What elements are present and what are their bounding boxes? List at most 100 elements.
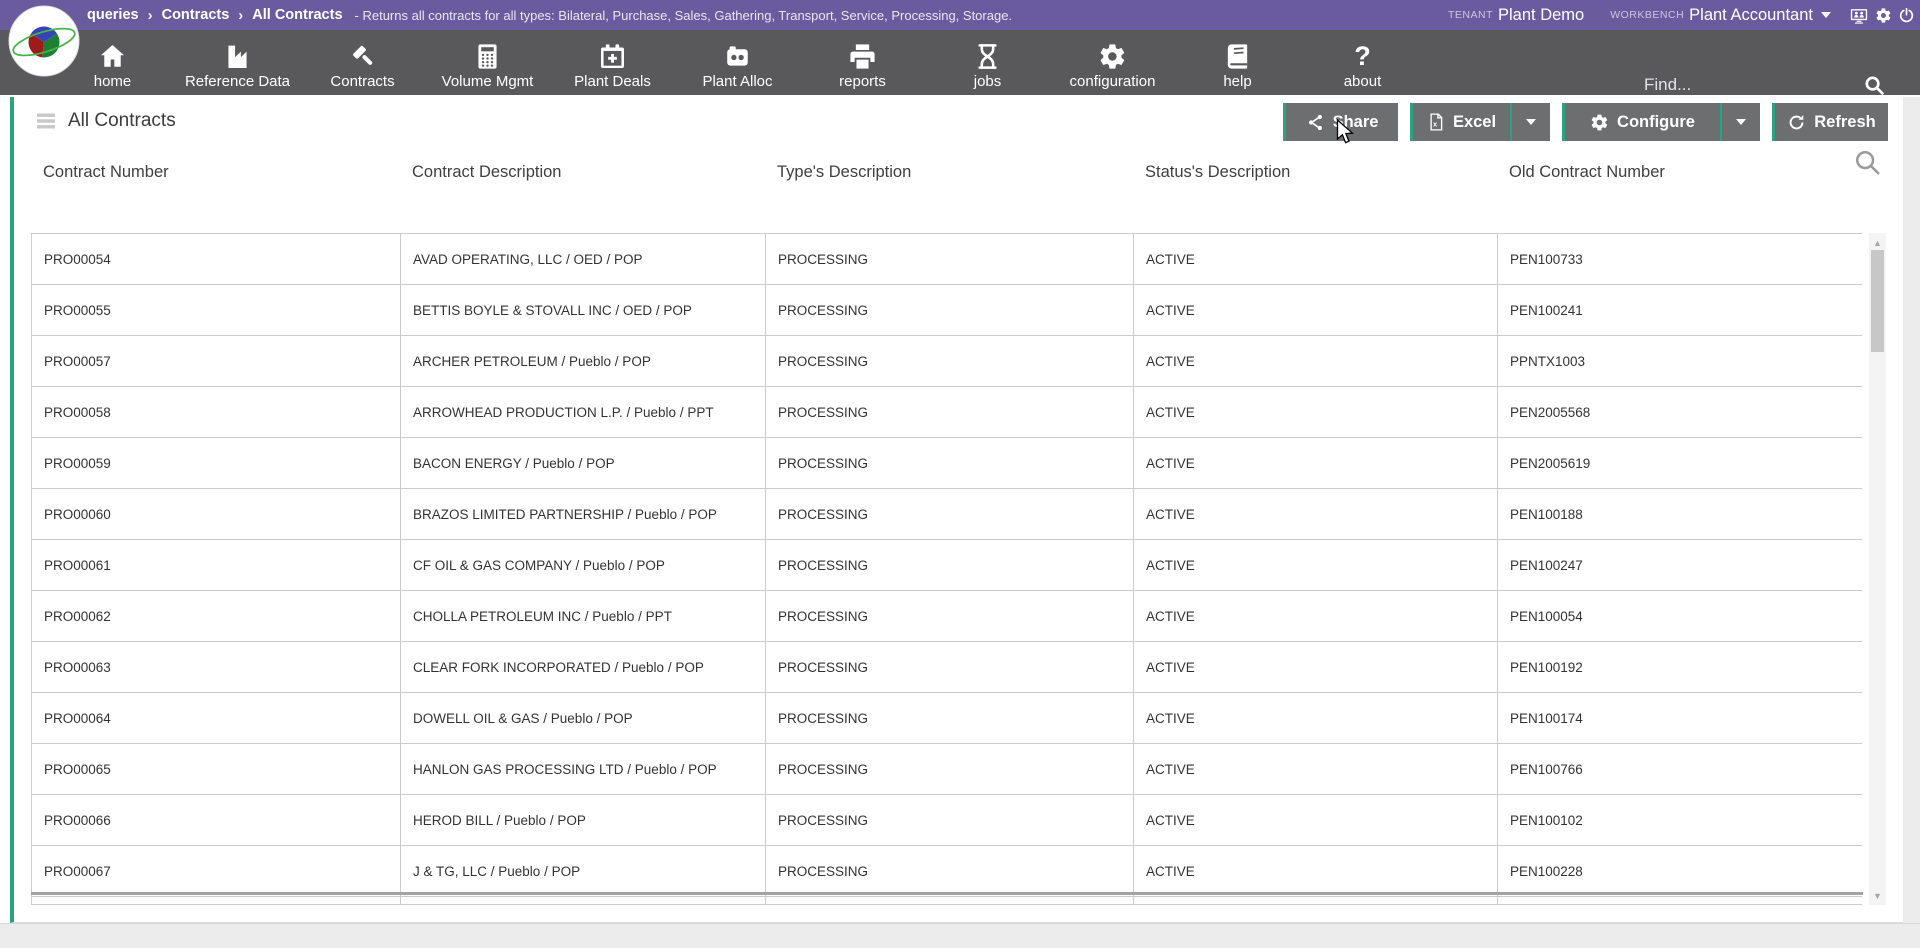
- cell-contract-description: DOWELL OIL & GAS / Pueblo / POP: [401, 693, 766, 743]
- cell-contract-number: PRO00064: [32, 693, 401, 743]
- cell-old-contract-number: PEN100192: [1498, 642, 1863, 692]
- factory-icon: [223, 39, 252, 73]
- table-row[interactable]: PRO00060 BRAZOS LIMITED PARTNERSHIP / Pu…: [32, 489, 1862, 540]
- scroll-up-arrow-icon[interactable]: ▲: [1869, 235, 1886, 250]
- svg-text:x: x: [1433, 120, 1438, 129]
- cell-status-description: ACTIVE: [1134, 234, 1498, 284]
- table-row[interactable]: PRO00059 BACON ENERGY / Pueblo / POP PRO…: [32, 438, 1862, 489]
- cell-status-description: ACTIVE: [1134, 591, 1498, 641]
- cell-type-description: PROCESSING: [766, 336, 1134, 386]
- table-row[interactable]: PRO00055 BETTIS BOYLE & STOVALL INC / OE…: [32, 285, 1862, 336]
- workbench-chevron-down-icon[interactable]: [1821, 12, 1831, 23]
- cell-status-description: ACTIVE: [1134, 744, 1498, 794]
- table-row[interactable]: PRO00054 AVAD OPERATING, LLC / OED / POP…: [32, 234, 1862, 285]
- book-icon: [1223, 39, 1252, 73]
- find-input[interactable]: [1642, 74, 1851, 96]
- cell-old-contract-number: PEN100228: [1498, 846, 1863, 896]
- nav-item-contracts[interactable]: Contracts: [300, 30, 425, 95]
- table-row[interactable]: PRO00061 CF OIL & GAS COMPANY / Pueblo /…: [32, 540, 1862, 591]
- cell-type-description: PROCESSING: [766, 642, 1134, 692]
- cell-contract-number: PRO00054: [32, 234, 401, 284]
- session-info: TENANT Plant Demo WORKBENCH Plant Accoun…: [1448, 0, 1915, 30]
- table-row[interactable]: PRO00057 ARCHER PETROLEUM / Pueblo / POP…: [32, 336, 1862, 387]
- nav-item-help[interactable]: help: [1175, 30, 1300, 95]
- cell-old-contract-number: PEN100188: [1498, 489, 1863, 539]
- cell-contract-number: PRO00060: [32, 489, 401, 539]
- configure-button[interactable]: Configure: [1562, 103, 1720, 141]
- nav-item-plant-deals[interactable]: Plant Deals: [550, 30, 675, 95]
- column-header-types-description[interactable]: Type's Description: [765, 163, 1133, 182]
- cell-contract-number: PRO00059: [32, 438, 401, 488]
- table-row[interactable]: PRO00064 DOWELL OIL & GAS / Pueblo / POP…: [32, 693, 1862, 744]
- allocation-icon: [723, 39, 752, 73]
- nav-item-about[interactable]: ? about: [1300, 30, 1425, 95]
- scrollbar-thumb[interactable]: [1871, 250, 1884, 352]
- nav-item-configuration[interactable]: configuration: [1050, 30, 1175, 95]
- refresh-icon: [1787, 113, 1806, 132]
- gear-icon: [1590, 113, 1609, 132]
- excel-file-icon: x: [1427, 112, 1445, 132]
- cell-status-description: ACTIVE: [1134, 693, 1498, 743]
- excel-dropdown-button[interactable]: [1510, 103, 1550, 141]
- cell-contract-number: PRO00065: [32, 744, 401, 794]
- cell-type-description: PROCESSING: [766, 693, 1134, 743]
- cell-status-description: ACTIVE: [1134, 336, 1498, 386]
- breadcrumb-queries[interactable]: queries: [87, 7, 139, 23]
- cell-contract-description: CLEAR FORK INCORPORATED / Pueblo / POP: [401, 642, 766, 692]
- cell-contract-description: CHOLLA PETROLEUM INC / Pueblo / PPT: [401, 591, 766, 641]
- nav-item-jobs[interactable]: jobs: [925, 30, 1050, 95]
- refresh-button[interactable]: Refresh: [1772, 103, 1888, 141]
- screen-share-icon[interactable]: [1849, 6, 1869, 25]
- cell-contract-description: HEROD BILL / Pueblo / POP: [401, 795, 766, 845]
- cell-old-contract-number: PPNTX1003: [1498, 336, 1863, 386]
- tenant-value: Plant Demo: [1498, 6, 1584, 25]
- column-header-contract-description[interactable]: Contract Description: [400, 163, 765, 182]
- cell-contract-number: PRO00061: [32, 540, 401, 590]
- cell-old-contract-number: PEN100247: [1498, 540, 1863, 590]
- workbench-value[interactable]: Plant Accountant: [1689, 6, 1813, 25]
- cell-status-description: ACTIVE: [1134, 387, 1498, 437]
- excel-button[interactable]: x Excel: [1410, 103, 1510, 141]
- calculator-icon: [473, 39, 502, 73]
- nav-item-volume-mgmt[interactable]: Volume Mgmt: [425, 30, 550, 95]
- configure-dropdown-button[interactable]: [1720, 103, 1760, 141]
- nav-item-reports[interactable]: reports: [800, 30, 925, 95]
- cell-old-contract-number: PEN100174: [1498, 693, 1863, 743]
- cell-old-contract-number: PEN2005619: [1498, 438, 1863, 488]
- cell-contract-number: PRO00062: [32, 591, 401, 641]
- app-logo[interactable]: [8, 5, 80, 77]
- cell-type-description: PROCESSING: [766, 846, 1134, 896]
- vertical-scrollbar[interactable]: ▲ ▼: [1869, 233, 1886, 905]
- cell-type-description: PROCESSING: [766, 438, 1134, 488]
- nav-item-reference-data[interactable]: Reference Data: [175, 30, 300, 95]
- column-header-statuss-description[interactable]: Status's Description: [1133, 163, 1497, 182]
- scroll-down-arrow-icon[interactable]: ▼: [1869, 888, 1886, 903]
- power-icon[interactable]: [1898, 7, 1915, 24]
- main-navbar: home Reference Data Contracts Volume Mgm…: [0, 30, 1920, 95]
- hourglass-icon: [973, 39, 1002, 73]
- column-header-old-contract-number[interactable]: Old Contract Number: [1497, 163, 1862, 182]
- column-header-contract-number[interactable]: Contract Number: [31, 163, 400, 182]
- cell-contract-description: ARROWHEAD PRODUCTION L.P. / Pueblo / PPT: [401, 387, 766, 437]
- cell-contract-number: PRO00058: [32, 387, 401, 437]
- table-row[interactable]: PRO00063 CLEAR FORK INCORPORATED / Puebl…: [32, 642, 1862, 693]
- printer-icon: [848, 39, 877, 73]
- table-row[interactable]: PRO00066 HEROD BILL / Pueblo / POP PROCE…: [32, 795, 1862, 846]
- page-background-right: [1903, 97, 1920, 923]
- table-row[interactable]: PRO00058 ARROWHEAD PRODUCTION L.P. / Pue…: [32, 387, 1862, 438]
- nav-item-plant-alloc[interactable]: Plant Alloc: [675, 30, 800, 95]
- question-icon: ?: [1354, 39, 1371, 73]
- share-icon: [1306, 113, 1325, 132]
- table-row[interactable]: PRO00067 J & TG, LLC / Pueblo / POP PROC…: [32, 846, 1862, 897]
- breadcrumb-all-contracts[interactable]: All Contracts: [252, 7, 342, 23]
- breadcrumb-contracts[interactable]: Contracts: [162, 7, 230, 23]
- page-title: All Contracts: [68, 110, 176, 132]
- table-row[interactable]: PRO00065 HANLON GAS PROCESSING LTD / Pue…: [32, 744, 1862, 795]
- settings-gear-icon[interactable]: [1875, 7, 1892, 24]
- share-button[interactable]: Share: [1283, 103, 1398, 141]
- cell-type-description: PROCESSING: [766, 234, 1134, 284]
- cell-contract-number: PRO00055: [32, 285, 401, 335]
- tenant-label: TENANT: [1448, 9, 1493, 21]
- workbench-label: WORKBENCH: [1610, 9, 1684, 21]
- table-row[interactable]: PRO00062 CHOLLA PETROLEUM INC / Pueblo /…: [32, 591, 1862, 642]
